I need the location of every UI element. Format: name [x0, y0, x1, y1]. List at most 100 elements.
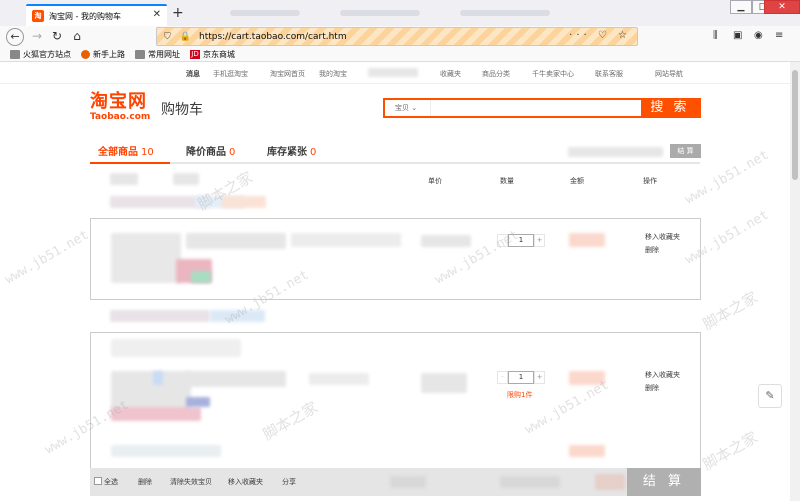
- taobao-logo-sub[interactable]: Taobao.com: [90, 112, 150, 122]
- search-box: 宝贝 ⌄ 搜 索: [383, 98, 701, 118]
- minimize-icon[interactable]: ▁: [730, 0, 752, 14]
- url-bar[interactable]: ⛉ 🔒 https://cart.taobao.com/cart.htm ···…: [156, 27, 638, 46]
- scrollbar-thumb[interactable]: [792, 70, 798, 180]
- qty-minus-button[interactable]: -: [497, 234, 508, 247]
- bookmark-item[interactable]: 新手上路: [81, 49, 125, 60]
- bookmark-item[interactable]: 火狐官方站点: [10, 49, 71, 60]
- move-to-favorites-link[interactable]: 移入收藏夹: [645, 232, 680, 242]
- settle-mini-button[interactable]: 结 算: [670, 144, 701, 158]
- blurred-item-desc: [309, 373, 369, 385]
- col-price: 单价: [428, 177, 442, 185]
- clear-invalid-link[interactable]: 清除失效宝贝: [170, 477, 212, 487]
- qty-input[interactable]: 1: [508, 234, 534, 247]
- qty-plus-button[interactable]: +: [534, 234, 545, 247]
- share-link[interactable]: 分享: [282, 477, 296, 487]
- qty-input[interactable]: 1: [508, 371, 534, 384]
- nav-site-map[interactable]: 网站导航: [655, 69, 683, 79]
- menu-icon[interactable]: ≡: [775, 30, 783, 41]
- tab-title: 淘宝网 - 我的购物车: [49, 11, 121, 21]
- delete-item-link[interactable]: 删除: [645, 383, 659, 393]
- close-window-icon[interactable]: ✕: [764, 0, 800, 14]
- col-qty: 数量: [500, 177, 514, 185]
- bookmark-item[interactable]: 常用网址: [135, 49, 180, 60]
- nav-categories[interactable]: 商品分类: [482, 69, 510, 79]
- home-icon[interactable]: ⌂: [68, 28, 86, 44]
- blurred-item-info: [173, 173, 199, 185]
- blurred-item-amount: [569, 445, 605, 457]
- nav-home[interactable]: 淘宝网首页: [270, 69, 305, 79]
- blurred-username: [368, 68, 418, 77]
- move-to-favorites-link[interactable]: 移入收藏夹: [645, 370, 680, 380]
- blurred-item-title[interactable]: [186, 371, 286, 387]
- nav-contact[interactable]: 联系客服: [595, 69, 623, 79]
- browser-navbar: ← → ↻ ⌂ ⛉ 🔒 https://cart.taobao.com/cart…: [0, 26, 800, 47]
- lock-icon[interactable]: 🔒: [180, 32, 191, 42]
- delete-item-link[interactable]: 删除: [645, 245, 659, 255]
- blurred-select-all: [110, 173, 138, 185]
- blurred-item-image[interactable]: [111, 233, 181, 283]
- reload-icon[interactable]: ↻: [48, 28, 66, 44]
- nav-my-taobao[interactable]: 我的淘宝: [319, 69, 347, 79]
- blurred-unit-price: [421, 235, 471, 247]
- browser-tab[interactable]: 淘 淘宝网 - 我的购物车 ✕: [26, 4, 167, 26]
- account-icon[interactable]: ◉: [754, 30, 763, 41]
- jd-icon: JD: [190, 49, 200, 59]
- nav-mobile[interactable]: 手机逛淘宝: [213, 69, 248, 79]
- cart-item: - 1 + 限购1件 移入收藏夹 删除: [90, 332, 701, 468]
- fire-icon: [81, 49, 90, 59]
- quantity-stepper: - 1 +: [497, 234, 545, 247]
- blurred-shop-badge: [210, 310, 265, 322]
- blurred-item-sku: [191, 271, 211, 283]
- close-tab-icon[interactable]: ✕: [153, 9, 161, 20]
- batch-delete-link[interactable]: 删除: [138, 477, 152, 487]
- watermark-text-cn: 脚本之家: [699, 428, 761, 474]
- quantity-stepper: - 1 +: [497, 371, 545, 384]
- tab-all-items[interactable]: 全部商品 10: [98, 143, 154, 158]
- back-icon[interactable]: ←: [6, 28, 24, 46]
- page-scrollbar[interactable]: [790, 62, 800, 501]
- bookmark-item[interactable]: JD 京东商城: [190, 49, 235, 60]
- nav-seller-center[interactable]: 千牛卖家中心: [532, 69, 574, 79]
- select-all-checkbox[interactable]: 全选: [94, 477, 118, 487]
- page-actions-icon[interactable]: ··· ♡ ☆: [569, 30, 631, 41]
- nav-favorites[interactable]: 收藏夹: [440, 69, 461, 79]
- checkbox-icon[interactable]: [94, 477, 102, 485]
- blurred-item-title[interactable]: [111, 339, 241, 357]
- url-text[interactable]: https://cart.taobao.com/cart.htm: [199, 32, 347, 42]
- tab-price-drop[interactable]: 降价商品 0: [186, 143, 235, 158]
- blurred-total: [500, 476, 560, 488]
- blurred-selected-count: [390, 476, 426, 488]
- browser-titlebar: 淘 淘宝网 - 我的购物车 ✕ + ▁ □ ✕: [0, 0, 800, 26]
- sidebar-icon[interactable]: ▣: [733, 30, 742, 41]
- blurred-tab[interactable]: [230, 10, 300, 16]
- col-amount: 金额: [570, 177, 584, 185]
- blurred-item-title[interactable]: [111, 445, 221, 457]
- search-input[interactable]: [431, 100, 641, 116]
- forward-icon[interactable]: →: [28, 28, 46, 44]
- qty-minus-button[interactable]: -: [497, 371, 508, 384]
- shield-icon[interactable]: ⛉: [164, 32, 171, 42]
- blurred-item-title[interactable]: [186, 233, 286, 249]
- search-scope-select[interactable]: 宝贝 ⌄: [385, 100, 431, 116]
- cart-item: - 1 + 移入收藏夹 删除: [90, 218, 701, 300]
- nav-messages[interactable]: 消息: [186, 69, 200, 79]
- blurred-shop-badge: [222, 196, 266, 208]
- blurred-item-title[interactable]: [291, 233, 401, 247]
- blurred-tab[interactable]: [340, 10, 420, 16]
- search-button[interactable]: 搜 索: [641, 100, 699, 116]
- blurred-tab[interactable]: [460, 10, 550, 16]
- page-title: 购物车: [161, 102, 203, 118]
- new-tab-icon[interactable]: +: [172, 5, 184, 21]
- library-icon[interactable]: ⫼: [713, 30, 718, 41]
- blurred-item-sku: [111, 407, 201, 421]
- tab-low-stock[interactable]: 库存紧张 0: [267, 143, 316, 158]
- qty-plus-button[interactable]: +: [534, 371, 545, 384]
- taobao-logo[interactable]: 淘宝网: [90, 93, 147, 111]
- watermark-text: www.jb51.net: [2, 227, 92, 288]
- blurred-shop-name: [110, 310, 210, 322]
- edit-pencil-icon[interactable]: ✎: [758, 384, 782, 408]
- checkout-button[interactable]: 结 算: [627, 468, 701, 496]
- site-nav: 消息 手机逛淘宝 淘宝网首页 我的淘宝 收藏夹 商品分类 千牛卖家中心 联系客服…: [0, 62, 800, 84]
- batch-move-favorites-link[interactable]: 移入收藏夹: [228, 477, 263, 487]
- blurred-item-sku: [153, 371, 163, 385]
